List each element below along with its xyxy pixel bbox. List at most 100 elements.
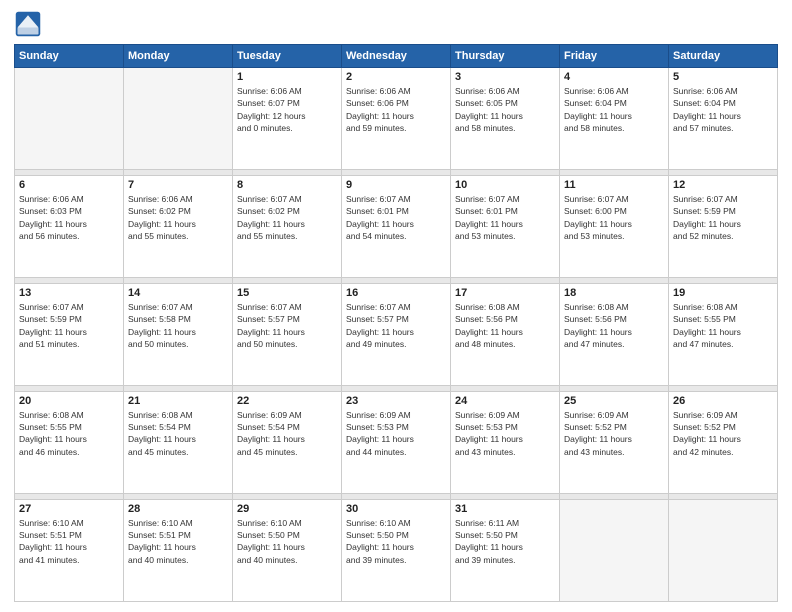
day-info-20: Sunrise: 6:08 AM Sunset: 5:55 PM Dayligh…	[19, 409, 119, 458]
week-row-4: 20 Sunrise: 6:08 AM Sunset: 5:55 PM Dayli…	[15, 391, 778, 493]
weekday-header-sunday: Sunday	[15, 45, 124, 68]
day-info-29: Sunrise: 6:10 AM Sunset: 5:50 PM Dayligh…	[237, 517, 337, 566]
day-cell-31: 31 Sunrise: 6:11 AM Sunset: 5:50 PM Dayli…	[451, 499, 560, 601]
day-number-20: 20	[19, 395, 119, 407]
day-cell-1: 1 Sunrise: 6:06 AM Sunset: 6:07 PM Daylig…	[233, 68, 342, 170]
day-info-13: Sunrise: 6:07 AM Sunset: 5:59 PM Dayligh…	[19, 301, 119, 350]
week-row-5: 27Sunrise: 6:10 AM Sunset: 5:51 PM Dayli…	[15, 499, 778, 601]
day-info-8: Sunrise: 6:07 AM Sunset: 6:02 PM Dayligh…	[237, 193, 337, 242]
weekday-header-saturday: Saturday	[669, 45, 778, 68]
day-cell-10: 10 Sunrise: 6:07 AM Sunset: 6:01 PM Dayli…	[451, 175, 560, 277]
day-number-24: 24	[455, 395, 555, 407]
empty-cell	[560, 499, 669, 601]
day-number-1: 1	[237, 71, 337, 83]
day-cell-27: 27Sunrise: 6:10 AM Sunset: 5:51 PM Dayli…	[15, 499, 124, 601]
day-cell-12: 12 Sunrise: 6:07 AM Sunset: 5:59 PM Dayli…	[669, 175, 778, 277]
day-number-13: 13	[19, 287, 119, 299]
day-number-28: 28	[128, 503, 228, 515]
logo	[14, 10, 46, 38]
weekday-header-thursday: Thursday	[451, 45, 560, 68]
calendar-table: SundayMondayTuesdayWednesdayThursdayFrid…	[14, 44, 778, 602]
day-info-2: Sunrise: 6:06 AM Sunset: 6:06 PM Dayligh…	[346, 85, 446, 134]
day-number-10: 10	[455, 179, 555, 191]
day-number-12: 12	[673, 179, 773, 191]
day-cell-28: 28 Sunrise: 6:10 AM Sunset: 5:51 PM Dayli…	[124, 499, 233, 601]
day-info-12: Sunrise: 6:07 AM Sunset: 5:59 PM Dayligh…	[673, 193, 773, 242]
day-number-18: 18	[564, 287, 664, 299]
weekday-header-wednesday: Wednesday	[342, 45, 451, 68]
day-number-17: 17	[455, 287, 555, 299]
day-info-28: Sunrise: 6:10 AM Sunset: 5:51 PM Dayligh…	[128, 517, 228, 566]
day-cell-24: 24 Sunrise: 6:09 AM Sunset: 5:53 PM Dayli…	[451, 391, 560, 493]
weekday-header-tuesday: Tuesday	[233, 45, 342, 68]
day-info-24: Sunrise: 6:09 AM Sunset: 5:53 PM Dayligh…	[455, 409, 555, 458]
day-cell-9: 9 Sunrise: 6:07 AM Sunset: 6:01 PM Daylig…	[342, 175, 451, 277]
day-cell-2: 2 Sunrise: 6:06 AM Sunset: 6:06 PM Daylig…	[342, 68, 451, 170]
day-info-18: Sunrise: 6:08 AM Sunset: 5:56 PM Dayligh…	[564, 301, 664, 350]
day-number-3: 3	[455, 71, 555, 83]
day-info-26: Sunrise: 6:09 AM Sunset: 5:52 PM Dayligh…	[673, 409, 773, 458]
day-info-16: Sunrise: 6:07 AM Sunset: 5:57 PM Dayligh…	[346, 301, 446, 350]
day-cell-15: 15 Sunrise: 6:07 AM Sunset: 5:57 PM Dayli…	[233, 283, 342, 385]
day-number-7: 7	[128, 179, 228, 191]
day-cell-4: 4 Sunrise: 6:06 AM Sunset: 6:04 PM Daylig…	[560, 68, 669, 170]
page: SundayMondayTuesdayWednesdayThursdayFrid…	[0, 0, 792, 612]
day-number-8: 8	[237, 179, 337, 191]
empty-cell	[15, 68, 124, 170]
day-info-15: Sunrise: 6:07 AM Sunset: 5:57 PM Dayligh…	[237, 301, 337, 350]
day-info-31: Sunrise: 6:11 AM Sunset: 5:50 PM Dayligh…	[455, 517, 555, 566]
day-cell-16: 16 Sunrise: 6:07 AM Sunset: 5:57 PM Dayli…	[342, 283, 451, 385]
day-cell-13: 13 Sunrise: 6:07 AM Sunset: 5:59 PM Dayli…	[15, 283, 124, 385]
day-cell-21: 21Sunrise: 6:08 AM Sunset: 5:54 PM Dayli…	[124, 391, 233, 493]
day-number-31: 31	[455, 503, 555, 515]
day-cell-29: 29 Sunrise: 6:10 AM Sunset: 5:50 PM Dayli…	[233, 499, 342, 601]
day-cell-7: 7 Sunrise: 6:06 AM Sunset: 6:02 PM Daylig…	[124, 175, 233, 277]
day-cell-17: 17 Sunrise: 6:08 AM Sunset: 5:56 PM Dayli…	[451, 283, 560, 385]
day-cell-22: 22Sunrise: 6:09 AM Sunset: 5:54 PM Dayli…	[233, 391, 342, 493]
week-row-3: 13 Sunrise: 6:07 AM Sunset: 5:59 PM Dayli…	[15, 283, 778, 385]
day-info-11: Sunrise: 6:07 AM Sunset: 6:00 PM Dayligh…	[564, 193, 664, 242]
weekday-header-friday: Friday	[560, 45, 669, 68]
day-number-21: 21	[128, 395, 228, 407]
day-cell-25: 25 Sunrise: 6:09 AM Sunset: 5:52 PM Dayli…	[560, 391, 669, 493]
day-info-10: Sunrise: 6:07 AM Sunset: 6:01 PM Dayligh…	[455, 193, 555, 242]
day-info-17: Sunrise: 6:08 AM Sunset: 5:56 PM Dayligh…	[455, 301, 555, 350]
logo-icon	[14, 10, 42, 38]
day-info-4: Sunrise: 6:06 AM Sunset: 6:04 PM Dayligh…	[564, 85, 664, 134]
day-info-30: Sunrise: 6:10 AM Sunset: 5:50 PM Dayligh…	[346, 517, 446, 566]
day-cell-30: 30 Sunrise: 6:10 AM Sunset: 5:50 PM Dayli…	[342, 499, 451, 601]
day-info-23: Sunrise: 6:09 AM Sunset: 5:53 PM Dayligh…	[346, 409, 446, 458]
day-info-7: Sunrise: 6:06 AM Sunset: 6:02 PM Dayligh…	[128, 193, 228, 242]
day-info-1: Sunrise: 6:06 AM Sunset: 6:07 PM Dayligh…	[237, 85, 337, 134]
day-info-25: Sunrise: 6:09 AM Sunset: 5:52 PM Dayligh…	[564, 409, 664, 458]
empty-cell	[124, 68, 233, 170]
empty-cell	[669, 499, 778, 601]
day-cell-8: 8 Sunrise: 6:07 AM Sunset: 6:02 PM Daylig…	[233, 175, 342, 277]
day-cell-18: 18 Sunrise: 6:08 AM Sunset: 5:56 PM Dayli…	[560, 283, 669, 385]
day-cell-3: 3 Sunrise: 6:06 AM Sunset: 6:05 PM Daylig…	[451, 68, 560, 170]
day-cell-20: 20 Sunrise: 6:08 AM Sunset: 5:55 PM Dayli…	[15, 391, 124, 493]
day-number-5: 5	[673, 71, 773, 83]
day-number-29: 29	[237, 503, 337, 515]
day-info-9: Sunrise: 6:07 AM Sunset: 6:01 PM Dayligh…	[346, 193, 446, 242]
day-number-6: 6	[19, 179, 119, 191]
day-info-3: Sunrise: 6:06 AM Sunset: 6:05 PM Dayligh…	[455, 85, 555, 134]
day-number-4: 4	[564, 71, 664, 83]
day-info-27: Sunrise: 6:10 AM Sunset: 5:51 PM Dayligh…	[19, 517, 119, 566]
day-info-14: Sunrise: 6:07 AM Sunset: 5:58 PM Dayligh…	[128, 301, 228, 350]
day-number-19: 19	[673, 287, 773, 299]
day-number-30: 30	[346, 503, 446, 515]
weekday-header-row: SundayMondayTuesdayWednesdayThursdayFrid…	[15, 45, 778, 68]
day-cell-26: 26Sunrise: 6:09 AM Sunset: 5:52 PM Dayli…	[669, 391, 778, 493]
day-number-2: 2	[346, 71, 446, 83]
day-cell-19: 19Sunrise: 6:08 AM Sunset: 5:55 PM Dayli…	[669, 283, 778, 385]
day-number-16: 16	[346, 287, 446, 299]
day-cell-5: 5Sunrise: 6:06 AM Sunset: 6:04 PM Daylig…	[669, 68, 778, 170]
day-number-9: 9	[346, 179, 446, 191]
day-number-15: 15	[237, 287, 337, 299]
day-cell-23: 23Sunrise: 6:09 AM Sunset: 5:53 PM Dayli…	[342, 391, 451, 493]
weekday-header-monday: Monday	[124, 45, 233, 68]
header	[14, 10, 778, 38]
day-number-25: 25	[564, 395, 664, 407]
day-number-14: 14	[128, 287, 228, 299]
